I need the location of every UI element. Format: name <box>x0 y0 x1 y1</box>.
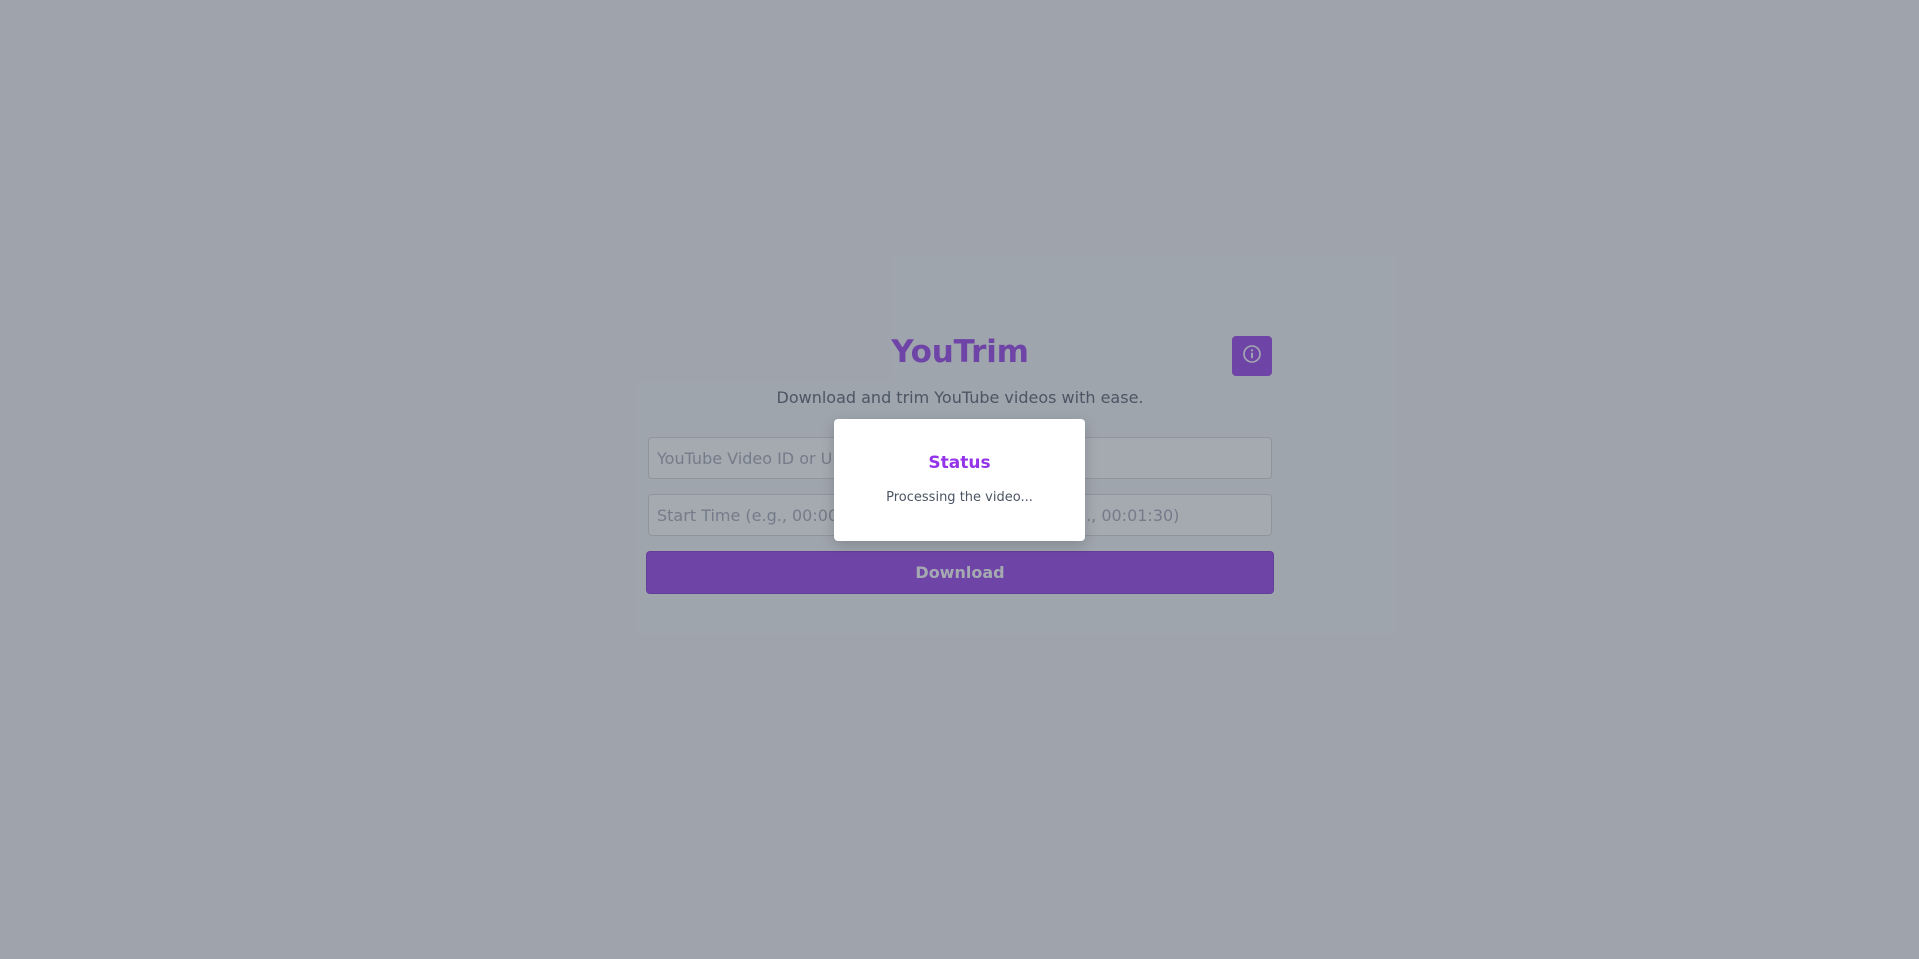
modal-title: Status <box>928 453 991 473</box>
status-modal: Status Processing the video... <box>834 419 1085 541</box>
modal-message: Processing the video... <box>886 490 1033 505</box>
